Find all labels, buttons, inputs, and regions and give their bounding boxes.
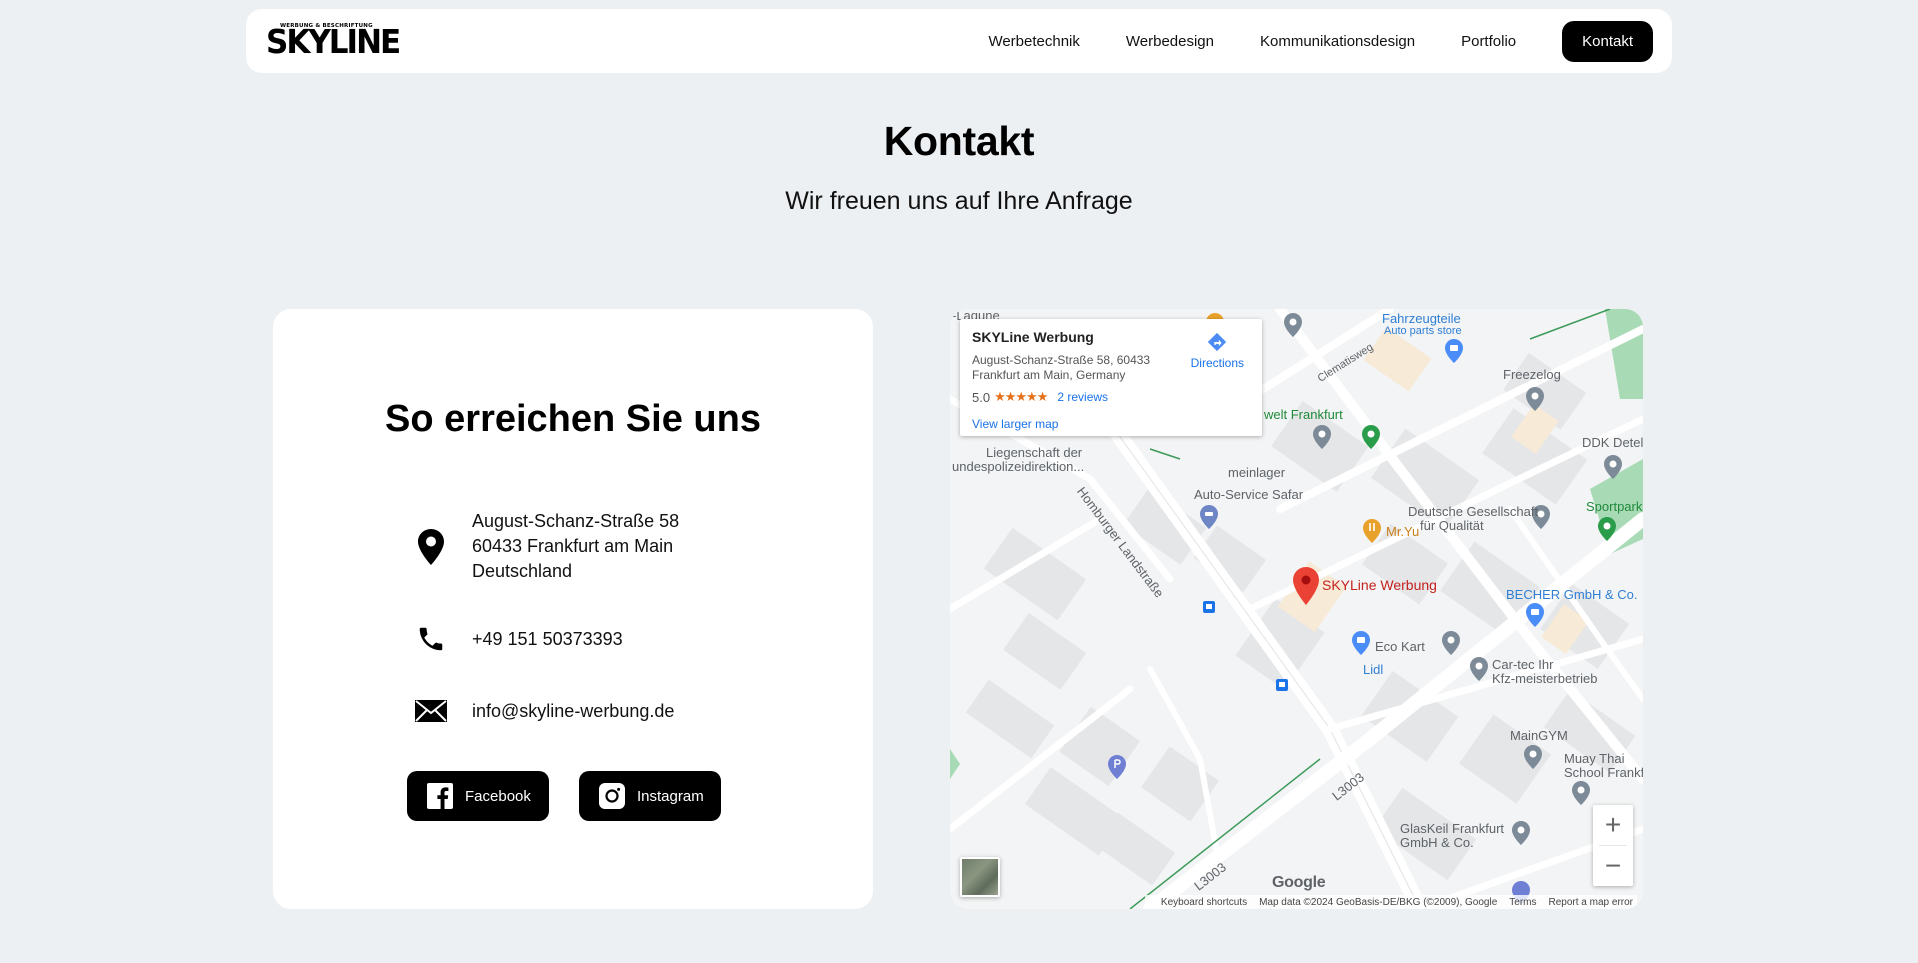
poi-pin-icon[interactable] bbox=[1512, 821, 1530, 845]
directions-icon bbox=[1208, 332, 1227, 352]
email-row[interactable]: info@skyline-werbung.de bbox=[414, 691, 674, 731]
shopping-pin-icon[interactable] bbox=[1352, 631, 1370, 655]
facebook-icon bbox=[427, 783, 453, 809]
view-larger-map-link[interactable]: View larger map bbox=[972, 417, 1250, 431]
address-street: August-Schanz-Straße 58 bbox=[472, 511, 680, 531]
shopping-pin-icon[interactable] bbox=[1445, 339, 1463, 363]
map-label: Liegenschaft der bbox=[986, 445, 1083, 460]
location-pin-icon bbox=[414, 527, 448, 567]
map-label: undespolizeidirektion... bbox=[952, 459, 1085, 474]
poi-pin-icon[interactable] bbox=[1284, 313, 1302, 337]
instagram-label: Instagram bbox=[637, 787, 704, 805]
satellite-toggle-button[interactable] bbox=[960, 857, 1000, 897]
map-label: Muay Thai bbox=[1564, 751, 1625, 766]
nav-item-werbedesign[interactable]: Werbedesign bbox=[1126, 33, 1214, 50]
map-label: GlasKeil Frankfurt bbox=[1400, 821, 1505, 836]
map-label: MainGYM bbox=[1510, 728, 1568, 743]
contact-card: So erreichen Sie uns August-Schanz-Straß… bbox=[273, 309, 873, 909]
contact-card-title: So erreichen Sie uns bbox=[385, 398, 761, 440]
map-label: Deutsche Gesellschaft bbox=[1408, 504, 1539, 519]
poi-pin-icon[interactable] bbox=[1442, 631, 1460, 655]
address-row: August-Schanz-Straße 58 60433 Frankfurt … bbox=[414, 509, 679, 584]
directions-label: Directions bbox=[1190, 356, 1244, 370]
parking-pin-icon[interactable] bbox=[1108, 755, 1126, 779]
terms-link[interactable]: Terms bbox=[1509, 897, 1536, 908]
address-text: August-Schanz-Straße 58 60433 Frankfurt … bbox=[472, 509, 679, 584]
report-error-link[interactable]: Report a map error bbox=[1549, 897, 1633, 908]
zoom-out-button[interactable]: − bbox=[1593, 846, 1633, 886]
page-title: Kontakt bbox=[883, 118, 1035, 164]
phone-row[interactable]: +49 151 50373393 bbox=[414, 619, 623, 659]
facebook-button[interactable]: Facebook bbox=[407, 771, 549, 821]
place-address: August-Schanz-Straße 58, 60433 Frankfurt… bbox=[972, 353, 1151, 382]
place-label: SKYLine Werbung bbox=[1322, 577, 1437, 593]
poi-pin-icon[interactable] bbox=[1470, 657, 1488, 681]
map-label: Kfz-meisterbetrieb bbox=[1492, 671, 1598, 686]
map-label: Freezelog bbox=[1503, 367, 1561, 382]
poi-pin-icon[interactable] bbox=[1572, 781, 1590, 805]
map-label: Auto-Service Safar bbox=[1194, 487, 1304, 502]
directions-button[interactable]: Directions bbox=[1191, 331, 1244, 370]
google-map[interactable]: -Lagune Fahrzeugteile Auto parts store C… bbox=[950, 309, 1643, 909]
email-address[interactable]: info@skyline-werbung.de bbox=[472, 699, 674, 724]
reviews-link[interactable]: 2 reviews bbox=[1057, 390, 1108, 404]
main-menu: Werbetechnik Werbedesign Kommunikationsd… bbox=[988, 20, 1653, 62]
instagram-button[interactable]: Instagram bbox=[579, 771, 721, 821]
map-label: Fahrzeugteile bbox=[1382, 311, 1461, 326]
map-label: Car-tec Ihr bbox=[1492, 657, 1554, 672]
map-label: für Qualität bbox=[1420, 518, 1484, 533]
car-service-pin-icon[interactable] bbox=[1200, 505, 1218, 529]
map-label: Eco Kart bbox=[1375, 639, 1425, 654]
map-label: Sportpark bbox=[1586, 499, 1643, 514]
shopping-pin-icon[interactable] bbox=[1526, 603, 1544, 627]
location-marker-icon[interactable] bbox=[1293, 567, 1319, 605]
nav-item-werbetechnik[interactable]: Werbetechnik bbox=[988, 33, 1079, 50]
poi-pin-icon[interactable] bbox=[1526, 387, 1544, 411]
restaurant-pin-icon[interactable] bbox=[1363, 519, 1381, 543]
mail-icon bbox=[414, 691, 448, 731]
sports-pin-icon[interactable] bbox=[1598, 517, 1616, 541]
site-logo[interactable]: WERBUNG & BESCHRIFTUNG SKYLINE bbox=[266, 23, 401, 62]
address-city: 60433 Frankfurt am Main bbox=[472, 536, 674, 556]
google-logo: Google bbox=[1272, 874, 1326, 891]
map-label: Auto parts store bbox=[1384, 325, 1462, 337]
address-country: Deutschland bbox=[472, 561, 573, 581]
poi-pin-icon[interactable] bbox=[1313, 425, 1331, 449]
top-navigation: WERBUNG & BESCHRIFTUNG SKYLINE Werbetech… bbox=[246, 9, 1672, 73]
map-label: GmbH & Co. bbox=[1400, 835, 1474, 850]
map-label: BECHER GmbH & Co. bbox=[1506, 587, 1638, 602]
phone-icon bbox=[414, 619, 448, 659]
instagram-icon bbox=[599, 783, 625, 809]
map-attribution: Keyboard shortcuts Map data ©2024 GeoBas… bbox=[1144, 895, 1637, 909]
map-label: School Frankf bbox=[1564, 765, 1643, 780]
park-pin-icon[interactable] bbox=[1362, 425, 1380, 449]
map-label: welt Frankfurt bbox=[1264, 407, 1343, 422]
zoom-in-button[interactable]: + bbox=[1593, 805, 1633, 845]
place-info-card: SKYLine Werbung August-Schanz-Straße 58,… bbox=[960, 319, 1262, 436]
map-label: DDK Detel bbox=[1582, 435, 1643, 450]
map-label: meinlager bbox=[1228, 465, 1286, 480]
zoom-controls: + − bbox=[1593, 805, 1633, 886]
logo-wordmark: SKYLINE bbox=[266, 24, 401, 62]
map-label: Mr.Yu bbox=[1386, 524, 1420, 539]
nav-item-portfolio[interactable]: Portfolio bbox=[1461, 33, 1516, 50]
nav-kontakt-button[interactable]: Kontakt bbox=[1562, 20, 1653, 62]
map-data-notice: Map data ©2024 GeoBasis-DE/BKG (©2009), … bbox=[1259, 896, 1498, 908]
poi-pin-icon[interactable] bbox=[1604, 455, 1622, 479]
rating-value: 5.0 bbox=[972, 389, 991, 405]
keyboard-shortcuts-link[interactable]: Keyboard shortcuts bbox=[1161, 897, 1247, 908]
poi-pin-icon[interactable] bbox=[1524, 745, 1542, 769]
place-rating: 5.0 ★★★★★ 2 reviews bbox=[972, 389, 1250, 405]
map-label: Lidl bbox=[1363, 662, 1384, 677]
star-rating-icon: ★★★★★ bbox=[994, 389, 1048, 404]
phone-number[interactable]: +49 151 50373393 bbox=[472, 627, 623, 652]
nav-item-kommunikationsdesign[interactable]: Kommunikationsdesign bbox=[1260, 33, 1415, 50]
page-subtitle: Wir freuen uns auf Ihre Anfrage bbox=[785, 187, 1133, 215]
facebook-label: Facebook bbox=[465, 787, 531, 805]
